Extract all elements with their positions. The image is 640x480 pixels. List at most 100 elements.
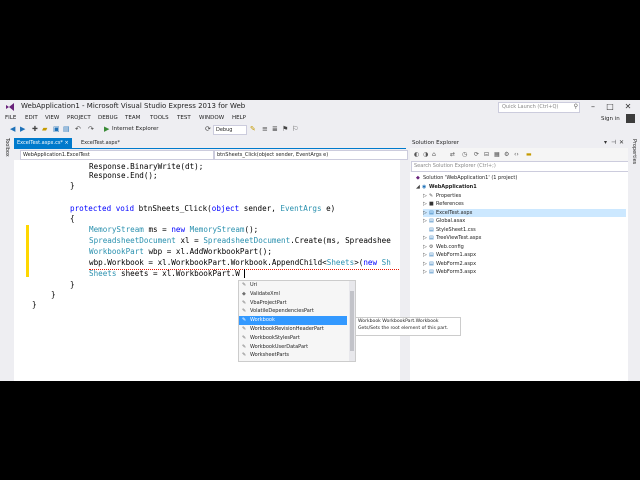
start-debug-icon[interactable]: ▶ (104, 125, 109, 133)
menu-edit[interactable]: EDIT (25, 115, 38, 121)
view-code-icon[interactable]: ‹› (514, 151, 519, 158)
tree-item-properties[interactable]: ▷ ✎ Properties (423, 192, 461, 200)
completion-item-selected[interactable]: ✎ Workbook (239, 316, 347, 325)
tab-close-icon[interactable]: × (65, 140, 69, 146)
refresh-icon[interactable]: ⟳ (474, 151, 479, 158)
tree-item-project[interactable]: ◢ ◉ WebApplication1 (416, 183, 477, 191)
title-bar: WebApplication1 - Microsoft Visual Studi… (0, 100, 640, 114)
menu-team[interactable]: TEAM (125, 115, 140, 121)
intellisense-list[interactable]: ✎ Uri ◆ ValidateXml ✎ VbaProjectPart ✎ Volat… (238, 280, 356, 362)
tree-item-label: Global.asax (436, 218, 466, 224)
back-icon[interactable]: ◀ (10, 125, 15, 133)
forward-icon[interactable]: ▶ (20, 125, 25, 133)
show-all-files-icon[interactable]: ▦ (494, 151, 500, 158)
completion-label: WorkbookUserDataPart (250, 343, 309, 350)
completion-label: Uri (250, 282, 258, 288)
maximize-button[interactable]: □ (603, 101, 617, 112)
completion-item[interactable]: ✎ WorkbookStylesPart (239, 334, 347, 343)
member-dropdown[interactable]: btnSheets_Click(object sender, EventArgs… (214, 150, 408, 160)
sign-in-link[interactable]: Sign in (601, 116, 620, 122)
configuration-dropdown[interactable]: Debug (213, 125, 247, 135)
save-icon[interactable]: ▣ (53, 125, 60, 133)
tree-item-web-config[interactable]: ▷ ⚙ Web.config (423, 243, 464, 251)
solution-explorer-search[interactable]: Search Solution Explorer (Ctrl+;) (411, 161, 631, 172)
quick-launch-input[interactable]: Quick Launch (Ctrl+Q) ⚲ (498, 102, 580, 113)
redo-icon[interactable]: ↷ (88, 125, 94, 133)
menu-test[interactable]: TEST (177, 115, 191, 121)
completion-item[interactable]: ✎ WorkbookUserDataPart (239, 343, 347, 352)
completion-label: VbaProjectPart (250, 299, 287, 306)
tree-item-treeview-test[interactable]: ▷ ▤ TreeViewTest.aspx (423, 234, 482, 242)
properties-icon[interactable]: ⚙ (504, 151, 509, 158)
tree-item-global-asax[interactable]: ▷ ▤ Global.asax (423, 217, 465, 225)
tree-item-stylesheet[interactable]: ▤ StyleSheet1.css (423, 226, 476, 234)
find-icon[interactable]: ✎ (250, 125, 256, 133)
tree-item-webform1[interactable]: ▷ ▤ WebForm1.aspx (423, 251, 476, 259)
completion-label: Workbook (250, 317, 275, 324)
class-dropdown[interactable]: WebApplication1.ExcelTest (20, 150, 214, 160)
completion-item[interactable]: ✎ WorkbookRevisionHeaderPart (239, 325, 347, 334)
change-indicator (26, 225, 29, 277)
standard-toolbar: ◀ ▶ ✚ ▰ ▣ ▤ ↶ ↷ ▶ Internet Explorer ⟳ De… (0, 124, 640, 135)
quick-launch-placeholder: Quick Launch (Ctrl+Q) (502, 104, 559, 110)
completion-item[interactable]: ◆ ValidateXml (239, 290, 347, 299)
uncomment-icon[interactable]: ≣ (272, 125, 278, 133)
toolbox-tab[interactable]: Toolbox (4, 138, 10, 157)
tree-item-webform3[interactable]: ▷ ▤ WebForm3.aspx (423, 268, 476, 276)
bookmark-prev-icon[interactable]: ⚐ (292, 125, 298, 133)
bookmark-icon[interactable]: ⚑ (282, 125, 288, 133)
completion-item[interactable]: ✎ Uri (239, 281, 347, 290)
right-tool-strip (628, 137, 640, 381)
undo-icon[interactable]: ↶ (75, 125, 81, 133)
home-icon[interactable]: ⌂ (432, 151, 436, 158)
user-icon[interactable] (626, 114, 635, 123)
refresh-icon[interactable]: ⟳ (205, 125, 211, 133)
code-line: Response.End(); (89, 171, 158, 180)
menu-tools[interactable]: TOOLS (150, 115, 169, 121)
property-icon: ✎ (242, 308, 247, 315)
panel-dropdown-icon[interactable]: ▾ (604, 139, 607, 146)
tab-excel-test-aspx[interactable]: ExcelTest.aspx* (78, 138, 123, 148)
comment-icon[interactable]: ≡ (262, 125, 268, 133)
completion-item[interactable]: ✎ WorksheetParts (239, 351, 347, 360)
tree-item-webform2[interactable]: ▷ ▤ WebForm2.aspx (423, 260, 476, 268)
close-button[interactable]: ✕ (621, 101, 635, 112)
menu-help[interactable]: HELP (232, 115, 246, 121)
tree-item-solution[interactable]: ◆ Solution 'WebApplication1' (1 project) (416, 174, 517, 182)
open-folder-icon[interactable]: ▰ (42, 125, 47, 133)
new-project-icon[interactable]: ✚ (32, 125, 38, 133)
code-line: } (70, 280, 75, 289)
pin-icon[interactable]: ⊣ (611, 139, 616, 146)
tree-item-label: ExcelTest.aspx (436, 209, 473, 216)
menu-project[interactable]: PROJECT (67, 115, 91, 121)
tree-item-references[interactable]: ▷ ■ References (423, 200, 464, 208)
references-icon: ■ (429, 201, 434, 207)
menu-view[interactable]: VIEW (45, 115, 59, 121)
method-icon: ◆ (242, 290, 246, 297)
menu-window[interactable]: WINDOW (199, 115, 224, 121)
minimize-button[interactable]: – (586, 101, 600, 112)
solution-tree[interactable]: ◆ Solution 'WebApplication1' (1 project) … (410, 172, 628, 381)
forward-icon[interactable]: ◑ (423, 151, 428, 158)
code-token: wbp.Workbook = xl.WorkbookPart.Workbook.… (89, 258, 327, 267)
collapse-all-icon[interactable]: ⊟ (484, 151, 489, 158)
back-icon[interactable]: ◐ (414, 151, 419, 158)
completion-item[interactable]: ✎ VbaProjectPart (239, 299, 347, 308)
menu-debug[interactable]: DEBUG (98, 115, 118, 121)
panel-close-icon[interactable]: ✕ (619, 139, 624, 146)
code-token: SpreadsheetDocument (89, 236, 176, 245)
tree-item-excel-test-aspx[interactable]: ▷ ▤ ExcelTest.aspx (423, 208, 626, 217)
properties-tab[interactable]: Properties (631, 139, 637, 164)
run-target-label[interactable]: Internet Explorer (112, 126, 159, 132)
save-all-icon[interactable]: ▤ (63, 125, 70, 133)
aspx-file-icon: ▤ (429, 269, 434, 275)
preview-icon[interactable]: ▬ (526, 151, 532, 158)
tab-excel-test-cs[interactable]: ExcelTest.aspx.cs* × (14, 138, 72, 148)
pending-changes-icon[interactable]: ◷ (462, 151, 467, 158)
class-dropdown-value: WebApplication1.ExcelTest (23, 152, 90, 158)
sync-icon[interactable]: ⇄ (450, 151, 455, 158)
asax-file-icon: ▤ (429, 218, 434, 224)
menu-file[interactable]: FILE (5, 115, 16, 121)
completion-item[interactable]: ✎ VolatileDependenciesPart (239, 307, 347, 316)
scrollbar-thumb[interactable] (350, 291, 354, 351)
